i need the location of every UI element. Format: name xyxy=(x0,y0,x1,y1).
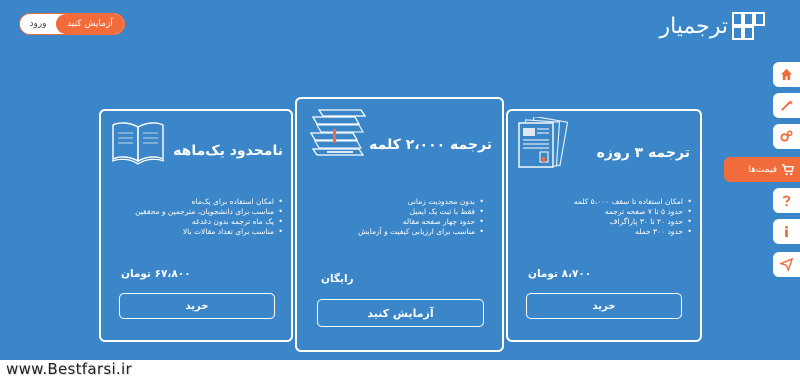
plan-card-unlimited-monthly: نامحدود یک‌ماهه امکان استفاده برای یک‌ما… xyxy=(99,109,293,342)
send-icon xyxy=(780,258,793,271)
buy-button[interactable]: خرید xyxy=(119,293,275,319)
plan-feature: حدود ۲۰ تا ۳۰ پاراگراف xyxy=(574,217,692,227)
plan-feature: مناسب برای دانشجویان، مترجمین و محققین xyxy=(135,207,283,217)
stack-of-books-icon xyxy=(309,109,367,156)
watermark-text: www.Bestfarsi.ir xyxy=(6,360,132,378)
plan-feature: بدون محدودیت زمانی xyxy=(358,197,484,207)
sidenav-features[interactable] xyxy=(773,124,800,149)
auth-button-group: ورود آزمایش کنید xyxy=(19,13,125,35)
plan-feature: امکان استفاده برای یک‌ماه xyxy=(135,197,283,207)
plan-feature: حدود ۵ تا ۷ صفحه ترجمه xyxy=(574,207,692,217)
plan-feature: مناسب برای تعداد مقالات بالا xyxy=(135,227,283,237)
documents-icon xyxy=(518,117,568,168)
sidenav-contact[interactable] xyxy=(773,252,800,277)
sidenav-pricing-label: قیمت‌ها xyxy=(748,164,777,175)
brand[interactable]: ترجمیار xyxy=(659,12,766,40)
logo-icon xyxy=(732,12,765,40)
plan-card-2000-words: ترجمه ۲،۰۰۰ کلمه بدون محدودیت زمانی فقط … xyxy=(295,97,504,352)
sidenav-home[interactable] xyxy=(773,62,800,87)
try-it-button[interactable]: آزمایش کنید xyxy=(56,14,124,34)
home-icon xyxy=(780,68,793,81)
plan-title: نامحدود یک‌ماهه xyxy=(173,143,283,159)
plan-price: ۸،۷۰۰ تومان xyxy=(528,268,592,280)
cart-icon xyxy=(781,164,794,176)
plan-feature: امکان استفاده تا سقف ۵،۰۰۰ کلمه xyxy=(574,197,692,207)
info-icon xyxy=(785,225,788,238)
brand-name: ترجمیار xyxy=(659,13,728,39)
question-icon xyxy=(782,195,791,207)
plan-card-3-day: ترجمه ۳ روزه امکان استفاده تا سقف ۵،۰۰۰ … xyxy=(506,109,702,342)
plan-title: ترجمه ۲،۰۰۰ کلمه xyxy=(369,137,492,153)
sidenav-pricing[interactable]: قیمت‌ها xyxy=(724,157,800,182)
plan-feature: حدود چهار صفحه مقاله xyxy=(358,217,484,227)
plan-feature: فقط با ثبت یک ایمیل xyxy=(358,207,484,217)
login-button[interactable]: ورود xyxy=(20,14,56,34)
plan-features: امکان استفاده برای یک‌ماه مناسب برای دان… xyxy=(135,197,283,237)
plan-feature: مناسب برای ارزیابی کیفیت و آزمایش xyxy=(358,227,484,237)
plan-feature: حدود ۳۰۰ جمله xyxy=(574,227,692,237)
plan-features: بدون محدودیت زمانی فقط با ثبت یک ایمیل ح… xyxy=(358,197,484,237)
plan-price: ۶۷،۸۰۰ تومان xyxy=(121,268,191,280)
buy-button[interactable]: خرید xyxy=(526,293,682,319)
open-book-icon xyxy=(111,122,165,165)
plan-price: رایگان xyxy=(321,273,354,285)
sidenav-help[interactable] xyxy=(773,188,800,213)
plan-features: امکان استفاده تا سقف ۵،۰۰۰ کلمه حدود ۵ ت… xyxy=(574,197,692,237)
sidenav-translate[interactable] xyxy=(773,93,800,118)
plan-feature: یک ماه ترجمه بدون دغدغه xyxy=(135,217,283,227)
try-it-plan-button[interactable]: آزمایش کنید xyxy=(317,299,484,327)
sidenav-about[interactable] xyxy=(773,219,800,244)
plan-title: ترجمه ۳ روزه xyxy=(596,145,690,161)
gears-icon xyxy=(780,130,793,142)
magic-wand-icon xyxy=(781,99,793,111)
